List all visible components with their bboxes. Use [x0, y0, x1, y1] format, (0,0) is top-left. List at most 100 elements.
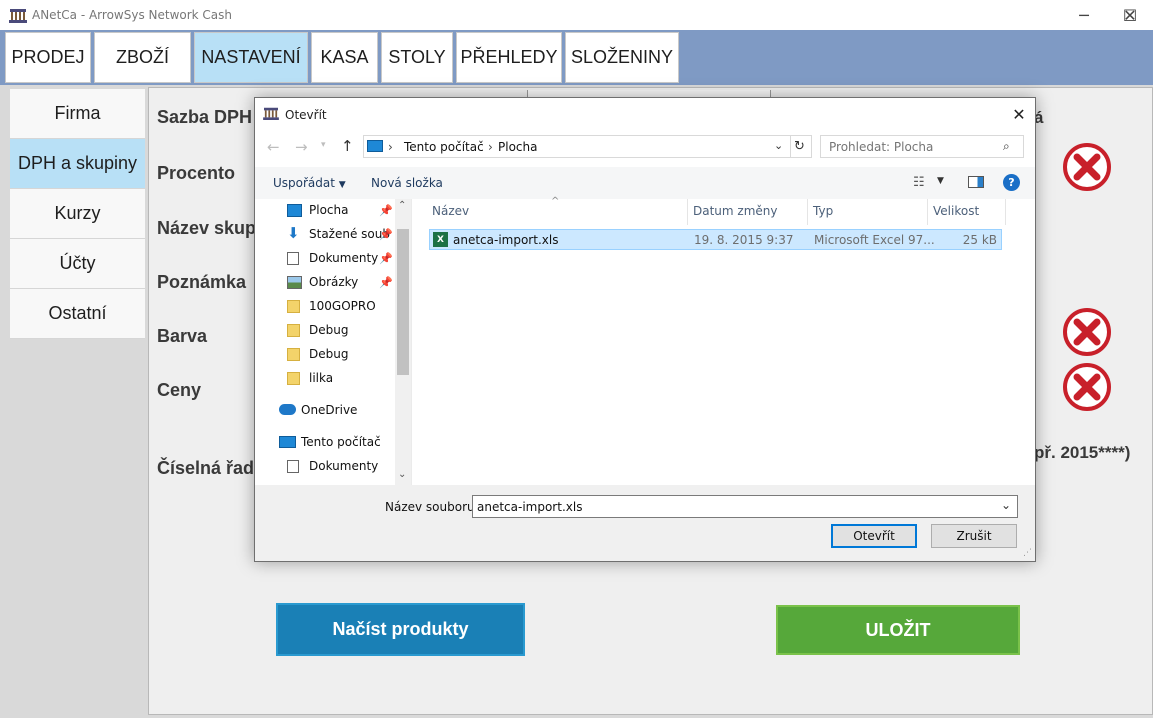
nav-item-dokumenty[interactable]: Dokumenty: [309, 459, 378, 473]
column-header-modified[interactable]: Datum změny: [693, 204, 778, 218]
chevron-down-icon: ▼: [338, 180, 346, 190]
dialog-title: Otevřít: [285, 108, 327, 122]
file-size: 25 kB: [962, 233, 997, 247]
delete-icon[interactable]: [1062, 307, 1112, 357]
dialog-close-button[interactable]: ✕: [1005, 102, 1033, 126]
save-button[interactable]: ULOŽIT: [776, 605, 1020, 655]
load-products-button[interactable]: Načíst produkty: [276, 603, 525, 656]
search-input[interactable]: [820, 135, 1024, 158]
tab-kasa[interactable]: KASA: [311, 32, 378, 83]
cancel-button[interactable]: Zrušit: [931, 524, 1017, 548]
organize-label: Uspořádat: [273, 176, 335, 190]
close-button[interactable]: ✕: [1107, 0, 1153, 30]
breadcrumb-item[interactable]: Tento počítač: [404, 140, 484, 154]
search-icon: ⌕: [1003, 139, 1010, 153]
breadcrumb-item[interactable]: Plocha: [498, 140, 537, 154]
side-item-label: DPH a skupiny: [17, 153, 138, 173]
side-item-label: Ostatní: [48, 303, 107, 323]
documents-icon: [287, 252, 299, 265]
file-row[interactable]: X anetca-import.xls 19. 8. 2015 9:37 Mic…: [429, 229, 1002, 250]
chevron-down-icon[interactable]: ⌄: [774, 139, 783, 152]
nav-item-tento-pocitac[interactable]: Tento počítač: [301, 435, 381, 449]
delete-icon[interactable]: [1062, 142, 1112, 192]
resize-grip-icon[interactable]: ⋰: [1023, 548, 1032, 558]
file-name: anetca-import.xls: [453, 233, 559, 247]
tab-stoly[interactable]: STOLY: [381, 32, 453, 83]
tab-label: SLOŽENINY: [570, 47, 674, 67]
nav-scrollbar[interactable]: ⌃ ⌄: [395, 199, 411, 485]
open-button-label: Otevřít: [853, 529, 895, 543]
tab-slozeniny[interactable]: SLOŽENINY: [565, 32, 679, 83]
chevron-down-icon[interactable]: ⌄: [1001, 498, 1011, 512]
column-header-type[interactable]: Typ: [813, 204, 833, 218]
minimize-button[interactable]: ─: [1061, 0, 1107, 30]
nav-item-dokumenty[interactable]: Dokumenty: [309, 251, 378, 265]
column-separator: [807, 199, 808, 225]
save-label: ULOŽIT: [865, 619, 931, 640]
nav-item-stazene-soubory[interactable]: Stažené soub: [309, 227, 390, 241]
tab-nastaveni[interactable]: NASTAVENÍ: [194, 32, 308, 83]
filename-input[interactable]: anetca-import.xls ⌄: [472, 495, 1018, 518]
preview-pane-icon[interactable]: [968, 176, 984, 188]
back-arrow-icon[interactable]: ←: [267, 138, 280, 156]
side-item-dph-a-skupiny[interactable]: DPH a skupiny: [10, 139, 145, 189]
scrollbar-thumb[interactable]: [397, 229, 409, 375]
right-label-fragment: př. 2015****): [1034, 443, 1131, 462]
settings-side-nav: Firma DPH a skupiny Kurzy Účty Ostatní: [10, 89, 145, 339]
filename-value: anetca-import.xls: [477, 500, 583, 514]
tab-prodej[interactable]: PRODEJ: [5, 32, 91, 83]
pin-icon: 📌: [379, 276, 393, 289]
chevron-down-icon[interactable]: ⌄: [398, 469, 406, 480]
app-icon: [263, 107, 279, 120]
forward-arrow-icon[interactable]: →: [295, 138, 308, 156]
tab-prehledy[interactable]: PŘEHLEDY: [456, 32, 562, 83]
open-file-dialog: Otevřít ✕ ← → ▾ ↑ › Tento počítač › Ploc…: [254, 97, 1036, 562]
nav-item-plocha[interactable]: Plocha: [309, 203, 348, 217]
delete-icon[interactable]: [1062, 362, 1112, 412]
app-icon: [9, 9, 27, 23]
chevron-up-icon[interactable]: ⌃: [398, 200, 406, 211]
file-type: Microsoft Excel 97...: [814, 233, 935, 247]
dialog-toolbar: Uspořádat ▼ Nová složka ☷ ▼ ?: [255, 167, 1035, 199]
side-item-firma[interactable]: Firma: [10, 89, 145, 139]
nav-item-folder[interactable]: Debug: [309, 323, 348, 337]
side-item-ucty[interactable]: Účty: [10, 239, 145, 289]
label-sazba-dph: Sazba DPH: [157, 107, 253, 127]
organize-button[interactable]: Uspořádat ▼: [273, 176, 346, 190]
breadcrumb-separator: ›: [388, 140, 393, 154]
label-procento: Procento: [157, 163, 236, 183]
file-modified: 19. 8. 2015 9:37: [694, 233, 794, 247]
nav-item-obrazky[interactable]: Obrázky: [309, 275, 358, 289]
recent-chevron-icon[interactable]: ▾: [321, 140, 326, 150]
close-icon: ✕: [1012, 104, 1026, 124]
folder-icon: [287, 324, 300, 337]
excel-file-icon: X: [433, 232, 448, 247]
filename-label: Název souboru:: [385, 500, 479, 514]
nav-item-folder[interactable]: lilka: [309, 371, 333, 385]
open-button[interactable]: Otevřít: [831, 524, 917, 548]
refresh-icon[interactable]: ↻: [794, 139, 805, 154]
new-folder-button[interactable]: Nová složka: [371, 176, 443, 190]
column-header-size[interactable]: Velikost: [933, 204, 979, 218]
tab-label: PRODEJ: [11, 47, 85, 67]
pin-icon: 📌: [379, 204, 393, 217]
column-separator: [927, 199, 928, 225]
load-products-label: Načíst produkty: [332, 619, 469, 639]
help-icon[interactable]: ?: [1003, 174, 1020, 191]
computer-icon: [279, 436, 296, 448]
nav-item-folder[interactable]: 100GOPRO: [309, 299, 376, 313]
column-header-name[interactable]: Název: [432, 204, 469, 218]
side-item-label: Účty: [59, 253, 96, 273]
window-titlebar: ANetCa - ArrowSys Network Cash ─ ☐ ✕: [0, 0, 1153, 30]
tab-zbozi[interactable]: ZBOŽÍ: [94, 32, 191, 83]
side-item-kurzy[interactable]: Kurzy: [10, 189, 145, 239]
side-item-ostatni[interactable]: Ostatní: [10, 289, 145, 339]
address-bar[interactable]: › Tento počítač › Plocha ⌄ ↻: [363, 135, 812, 158]
nav-item-folder[interactable]: Debug: [309, 347, 348, 361]
chevron-down-icon[interactable]: ▼: [937, 176, 944, 186]
up-arrow-icon[interactable]: ↑: [341, 137, 354, 155]
view-options-icon[interactable]: ☷: [913, 175, 925, 190]
onedrive-icon: [279, 404, 296, 415]
tab-label: KASA: [320, 47, 369, 67]
nav-item-onedrive[interactable]: OneDrive: [301, 403, 357, 417]
